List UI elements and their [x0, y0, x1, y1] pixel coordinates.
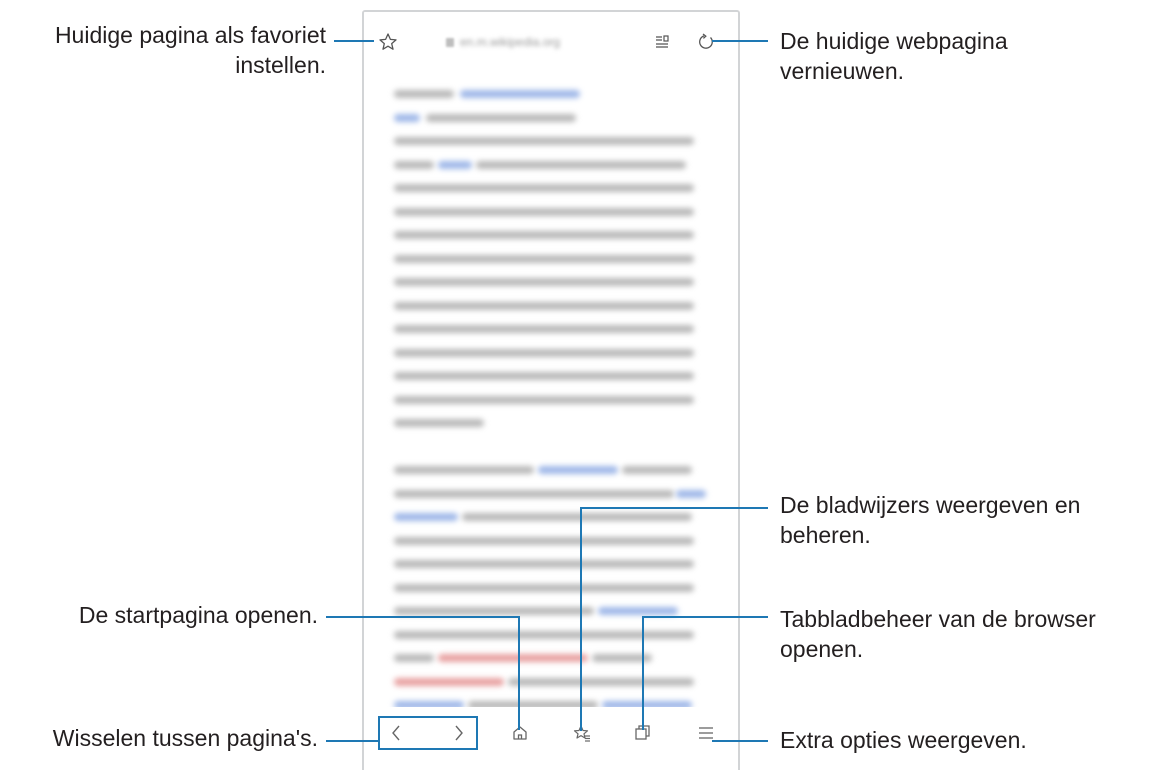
- lock-icon: [446, 37, 454, 47]
- phone-frame: en.m.wikipedia.org: [362, 10, 740, 770]
- blurred-line-0-1: [460, 90, 580, 98]
- url-text: en.m.wikipedia.org: [460, 35, 561, 49]
- blurred-line-1-0: [394, 113, 420, 122]
- blurred-line-16-0: [394, 466, 534, 474]
- blurred-line-3-1: [438, 160, 472, 169]
- bookmark-star-icon[interactable]: [570, 721, 594, 745]
- blurred-line-6-0: [394, 231, 694, 239]
- blurred-line-25-1: [508, 677, 694, 686]
- options-leader-line: [712, 740, 768, 742]
- browser-bottom-toolbar: [364, 707, 738, 770]
- bookmarks-leader-line-v: [580, 507, 582, 731]
- favorite-leader-line: [334, 40, 374, 42]
- callout-options: Extra opties weergeven.: [780, 727, 1027, 753]
- reader-mode-icon[interactable]: [650, 30, 674, 54]
- browser-address-bar: en.m.wikipedia.org: [364, 12, 738, 72]
- blurred-line-3-2: [476, 160, 686, 169]
- bookmarks-leader-line-h: [580, 507, 768, 509]
- blurred-line-22-0: [394, 607, 594, 615]
- blurred-line-2-0: [394, 137, 694, 145]
- tabs-leader-line-v: [642, 616, 644, 730]
- home-icon[interactable]: [508, 721, 532, 745]
- blurred-line-17-0: [394, 489, 674, 498]
- blurred-line-7-0: [394, 254, 694, 263]
- callout-refresh: De huidige webpagina vernieuwen.: [780, 28, 1008, 84]
- blurred-line-20-0: [394, 560, 694, 568]
- callout-bookmarks: De bladwijzers weergeven en beheren.: [780, 492, 1081, 548]
- blurred-line-24-0: [394, 654, 434, 662]
- blurred-line-1-1: [426, 113, 576, 122]
- chevron-right-icon[interactable]: [447, 721, 471, 745]
- tabs-leader-line-h: [642, 616, 768, 618]
- home-leader-line-v: [518, 616, 520, 730]
- blurred-line-17-1: [676, 489, 706, 498]
- blurred-line-10-0: [394, 325, 694, 333]
- blurred-line-25-0: [394, 677, 504, 686]
- home-leader-line-h: [326, 616, 519, 618]
- star-outline-icon[interactable]: [376, 30, 400, 54]
- callout-tabs: Tabbladbeheer van de browser openen.: [780, 606, 1096, 662]
- blurred-line-12-0: [394, 372, 694, 380]
- blurred-line-16-2: [622, 466, 692, 474]
- blurred-line-3-0: [394, 160, 434, 169]
- blurred-line-14-0: [394, 419, 484, 427]
- chevron-left-icon[interactable]: [384, 721, 408, 745]
- url-field[interactable]: en.m.wikipedia.org: [446, 32, 666, 52]
- blurred-line-23-0: [394, 630, 694, 639]
- callout-home: De startpagina openen.: [78, 602, 318, 628]
- blurred-line-0-0: [394, 90, 454, 98]
- blurred-line-18-1: [462, 513, 692, 521]
- refresh-leader-line: [712, 40, 768, 42]
- blurred-line-22-1: [598, 607, 678, 615]
- blurred-line-13-0: [394, 395, 694, 404]
- blurred-line-21-0: [394, 583, 694, 592]
- blurred-line-24-1: [438, 654, 588, 662]
- blurred-line-9-0: [394, 301, 694, 310]
- blurred-line-16-1: [538, 466, 618, 474]
- blurred-line-18-0: [394, 513, 458, 521]
- blurred-line-11-0: [394, 348, 694, 357]
- blurred-line-8-0: [394, 278, 694, 286]
- blurred-line-5-0: [394, 207, 694, 216]
- blurred-line-19-0: [394, 536, 694, 545]
- callout-navigate: Wisselen tussen pagina's.: [52, 725, 318, 751]
- navigate-leader-line: [326, 740, 378, 742]
- callout-favorite: Huidige pagina als favoriet instellen.: [54, 22, 326, 78]
- blurred-line-4-0: [394, 184, 694, 192]
- refresh-icon[interactable]: [694, 30, 718, 54]
